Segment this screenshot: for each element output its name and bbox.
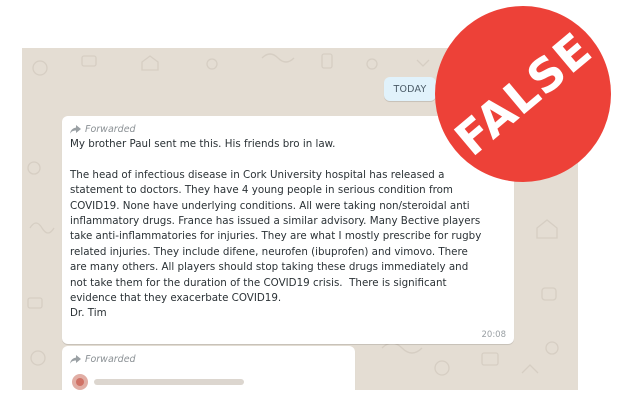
forwarded-label: Forwarded [85,353,136,365]
message-line: COVID19. None have underlying conditions… [70,199,470,212]
forward-arrow-icon [70,124,81,134]
message-line: take anti-inflammatories for injuries. T… [70,230,482,243]
false-stamp: FALSE [435,6,611,182]
message-bubble-second[interactable]: Forwarded [62,346,355,390]
message-bubble[interactable]: Forwarded My brother Paul sent me this. … [62,116,514,344]
forwarded-indicator: Forwarded [70,352,347,366]
message-text: My brother Paul sent me this. His friend… [70,137,506,322]
forwarded-label: Forwarded [85,123,136,135]
message-line: related injuries. They include difene, n… [70,245,468,258]
false-stamp-text: FALSE [444,21,602,167]
blurred-content-preview [72,374,244,390]
message-line: are many others. All players should stop… [70,261,469,274]
message-line: not take them for the duration of the CO… [70,276,447,289]
message-timestamp: 20:08 [481,330,507,340]
forward-arrow-icon [70,354,81,364]
message-line: inflammatory drugs. France has issued a … [70,215,481,228]
message-line: My brother Paul sent me this. His friend… [70,138,336,150]
message-line: statement to doctors. They have 4 young … [70,184,453,197]
date-chip: TODAY [384,77,436,101]
message-line: evidence that they exacerbate COVID19. [70,292,282,305]
message-line: Dr. Tim [70,307,107,320]
message-line: The head of infectious disease in Cork U… [70,168,445,181]
